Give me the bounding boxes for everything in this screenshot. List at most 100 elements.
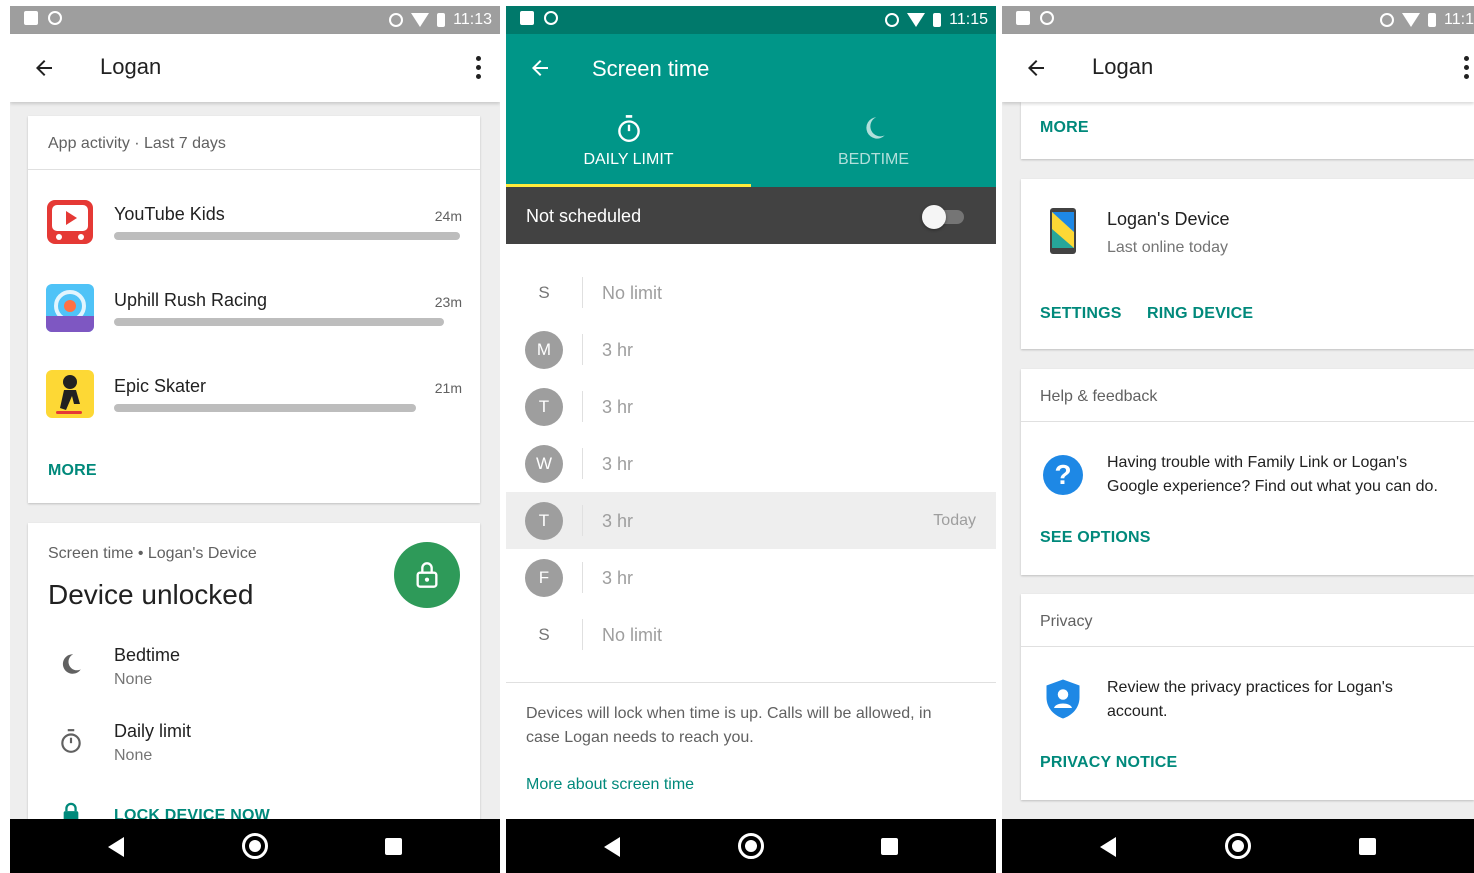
status-time: 11:13 [453,11,492,28]
app-bar: Logan [1002,34,1474,102]
day-row[interactable]: S No limit [506,264,996,321]
day-row[interactable]: F 3 hr [506,549,996,606]
app-bar: Logan [10,34,500,102]
image-notification-icon [24,11,38,25]
nav-home-icon[interactable] [738,833,764,859]
epic-skater-icon [46,370,94,418]
overflow-menu-icon[interactable] [1464,56,1470,80]
timer-icon [617,115,640,142]
image-notification-icon [520,11,534,25]
day-limit-value: 3 hr [602,568,634,588]
app-name: YouTube Kids [114,204,225,224]
privacy-card: Privacy Review the privacy practices for… [1021,594,1474,800]
battery-icon [933,13,942,27]
list-item[interactable]: YouTube Kids 24m [46,198,462,258]
day-row[interactable]: W 3 hr [506,435,996,492]
back-arrow-icon[interactable] [528,56,552,80]
unlocked-padlock-icon [416,562,438,588]
help-text: Having trouble with Family Link or Logan… [1107,454,1438,495]
nav-recents-icon[interactable] [1359,838,1376,855]
image-notification-icon [1016,11,1030,25]
nav-recents-icon[interactable] [881,838,898,855]
android-nav-bar [506,819,996,873]
privacy-shield-icon [1046,679,1080,719]
status-bar: 11:13 [10,6,500,34]
see-options-button[interactable]: SEE OPTIONS [1040,529,1151,547]
nav-home-icon[interactable] [242,833,268,859]
day-limit-value: No limit [602,625,663,645]
wifi-icon [907,13,926,27]
ring-device-button[interactable]: RING DEVICE [1147,305,1253,323]
app-name: Uphill Rush Racing [114,290,268,310]
usage-bar [114,404,416,412]
usage-bar [114,318,444,326]
more-button[interactable]: MORE [1040,119,1089,137]
device-name: Logan's Device [1107,209,1230,229]
day-row[interactable]: T 3 hr Today [506,492,996,549]
back-arrow-icon[interactable] [32,56,56,80]
tab-bedtime[interactable]: BEDTIME [751,114,996,187]
day-separator [582,619,583,650]
more-activity-button[interactable]: MORE [48,462,97,480]
app-bar: Screen time DAILY LIMIT BEDTIME [506,34,996,187]
day-separator [582,391,583,422]
day-letter: M [525,331,563,369]
list-item[interactable]: Uphill Rush Racing 23m [46,284,462,344]
day-separator [582,562,583,593]
page-title: Logan [100,54,162,79]
schedule-status: Not scheduled [526,206,642,226]
day-separator [582,334,583,365]
nav-recents-icon[interactable] [385,838,402,855]
nav-back-icon[interactable] [1100,837,1116,857]
alarm-icon [389,13,404,27]
overflow-menu-icon[interactable] [476,56,482,80]
day-limit-value: No limit [602,283,663,303]
day-letter: T [525,388,563,426]
android-nav-bar [10,819,500,873]
trophy-notification-icon [48,11,62,25]
privacy-text: Review the privacy practices for Logan's… [1107,679,1393,720]
lock-info-text: Devices will lock when time is up. Calls… [526,705,932,746]
day-letter: F [525,559,563,597]
day-limit-value: 3 hr [602,397,634,417]
card-header: Help & feedback [1040,388,1158,405]
card-header: Screen time • Logan's Device [48,545,257,562]
nav-back-icon[interactable] [604,837,620,857]
day-separator [582,277,583,308]
bedtime-value: None [114,671,153,688]
phone-device-icon [1050,208,1076,254]
battery-icon [437,13,446,27]
tab-label: DAILY LIMIT [583,151,674,168]
nav-home-icon[interactable] [1225,833,1251,859]
wifi-icon [411,13,430,27]
day-row[interactable]: M 3 hr [506,321,996,378]
alarm-icon [1380,13,1395,27]
app-name: Epic Skater [114,376,207,396]
schedule-toggle-thumb[interactable] [922,205,946,229]
list-item[interactable]: Epic Skater 21m [46,370,462,430]
day-letter: S [538,283,550,302]
app-usage-time: 24m [434,208,462,224]
device-card: Logan's Device Last online today SETTING… [1021,179,1474,349]
phone-screen-device-settings: 11:1 Logan MORE Logan's Device Last onli… [1002,6,1474,873]
lock-toggle-button[interactable] [394,542,460,608]
today-label: Today [933,512,976,529]
more-about-screen-time-link[interactable]: More about screen time [526,776,694,794]
daily-limit-label: Daily limit [114,721,192,741]
screen-time-card: Screen time • Logan's Device Device unlo… [28,523,480,853]
tab-daily-limit[interactable]: DAILY LIMIT [506,114,751,187]
card-header: App activity · Last 7 days [48,135,226,152]
trophy-notification-icon [544,11,558,25]
app-activity-card: App activity · Last 7 days YouTube Kids … [28,116,480,503]
day-limit-value: 3 hr [602,454,634,474]
day-row[interactable]: S No limit [506,606,996,663]
status-bar: 11:15 [506,6,996,34]
day-row[interactable]: T 3 hr [506,378,996,435]
privacy-notice-button[interactable]: PRIVACY NOTICE [1040,754,1177,772]
settings-button[interactable]: SETTINGS [1040,305,1122,323]
more-card: MORE [1021,102,1474,159]
help-question-icon: ? [1043,455,1083,495]
android-nav-bar [1002,819,1474,873]
nav-back-icon[interactable] [108,837,124,857]
back-arrow-icon[interactable] [1024,56,1048,80]
